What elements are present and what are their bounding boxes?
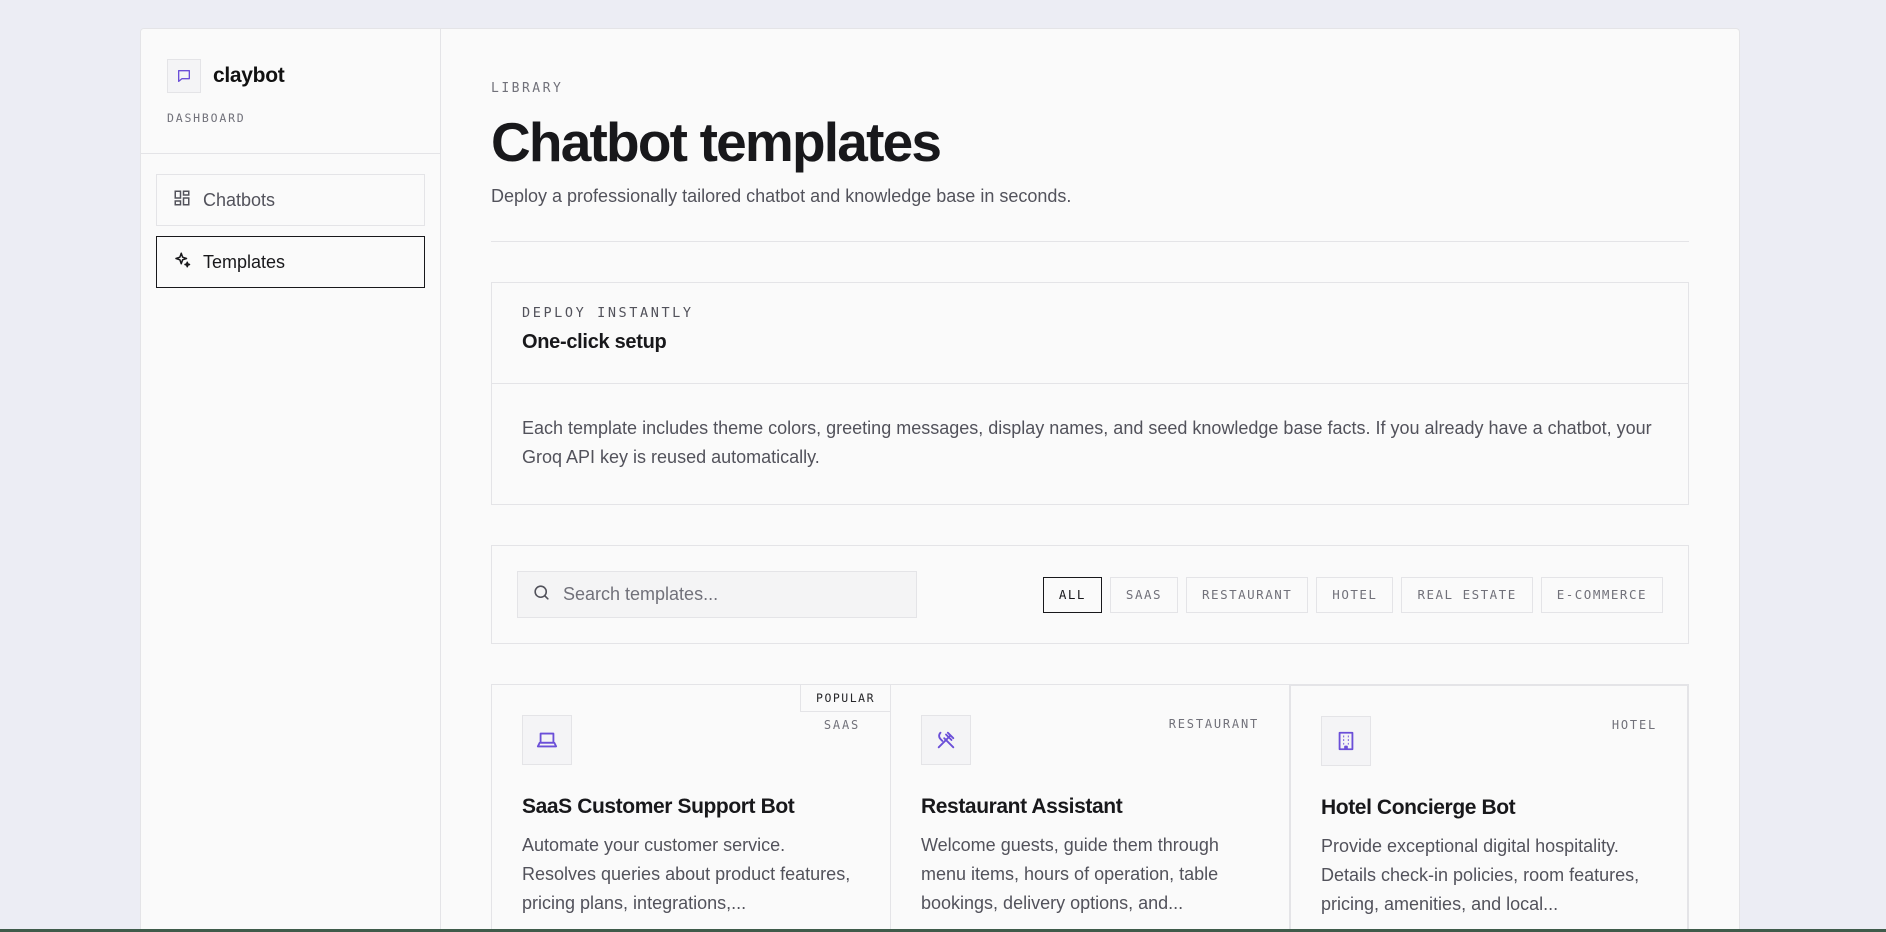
template-grid: POPULAR SAAS SaaS Customer Support Bot A…	[491, 684, 1689, 932]
sidebar-nav: Chatbots Templates	[141, 154, 440, 308]
template-card-saas[interactable]: POPULAR SAAS SaaS Customer Support Bot A…	[491, 684, 891, 932]
card-description: Provide exceptional digital hospitality.…	[1321, 836, 1640, 914]
card-title: SaaS Customer Support Bot	[522, 795, 795, 818]
info-card: DEPLOY INSTANTLY One-click setup Each te…	[491, 282, 1689, 505]
info-eyebrow: DEPLOY INSTANTLY	[522, 305, 694, 321]
app-window: claybot DASHBOARD Chatbots Templates LIB…	[140, 28, 1740, 932]
card-title: Hotel Concierge Bot	[1321, 796, 1516, 819]
filter-bar: ALL SAAS RESTAURANT HOTEL REAL ESTATE E-…	[491, 545, 1689, 644]
page-title: Chatbot templates	[491, 111, 942, 173]
sparkles-icon	[173, 251, 191, 274]
popular-badge: POPULAR	[800, 685, 890, 712]
info-title: One-click setup	[522, 331, 667, 353]
filter-chip-e-commerce[interactable]: E-COMMERCE	[1540, 576, 1663, 613]
page-subtitle: Deploy a professionally tailored chatbot…	[491, 186, 1072, 206]
search-icon	[532, 583, 551, 607]
sidebar-item-templates[interactable]: Templates	[156, 236, 425, 288]
main-content: LIBRARY Chatbot templates Deploy a profe…	[441, 29, 1739, 932]
utensils-icon	[921, 715, 971, 765]
sidebar: claybot DASHBOARD Chatbots Templates	[141, 29, 441, 932]
card-category: RESTAURANT	[1168, 717, 1259, 731]
filter-chip-saas[interactable]: SAAS	[1109, 576, 1179, 613]
building-icon	[1321, 716, 1371, 766]
card-title: Restaurant Assistant	[921, 795, 1123, 818]
sidebar-item-label: Templates	[203, 251, 286, 272]
page-eyebrow: LIBRARY	[491, 81, 564, 96]
card-category: SAAS	[823, 718, 860, 732]
dashboard-grid-icon	[173, 189, 191, 212]
laptop-icon	[522, 715, 572, 765]
filter-chip-restaurant[interactable]: RESTAURANT	[1186, 576, 1309, 613]
filter-chips: ALL SAAS RESTAURANT HOTEL REAL ESTATE E-…	[1042, 576, 1663, 613]
brand-header: claybot DASHBOARD	[141, 29, 440, 154]
template-card-hotel[interactable]: HOTEL Hotel Concierge Bot Provide except…	[1289, 684, 1689, 932]
brand-row: claybot	[167, 59, 414, 93]
divider	[491, 241, 1689, 242]
template-card-restaurant[interactable]: RESTAURANT Restaurant Assistant Welcome …	[890, 684, 1290, 932]
brand-subtitle: DASHBOARD	[167, 111, 246, 125]
filter-chip-all[interactable]: ALL	[1042, 576, 1102, 613]
card-description: Automate your customer service. Resolves…	[522, 835, 851, 913]
sidebar-item-label: Chatbots	[203, 189, 276, 210]
sidebar-item-chatbots[interactable]: Chatbots	[156, 174, 425, 226]
card-category: HOTEL	[1611, 718, 1657, 732]
brand-name[interactable]: claybot	[213, 64, 285, 88]
chat-bubble-icon	[167, 59, 201, 93]
info-body: Each template includes theme colors, gre…	[522, 418, 1652, 467]
filter-chip-hotel[interactable]: HOTEL	[1316, 576, 1394, 613]
search-box[interactable]	[517, 571, 917, 618]
card-description: Welcome guests, guide them through menu …	[921, 835, 1219, 913]
filter-chip-real-estate[interactable]: REAL ESTATE	[1401, 576, 1533, 613]
search-input[interactable]	[563, 584, 902, 605]
info-card-header: DEPLOY INSTANTLY One-click setup	[492, 283, 1688, 384]
